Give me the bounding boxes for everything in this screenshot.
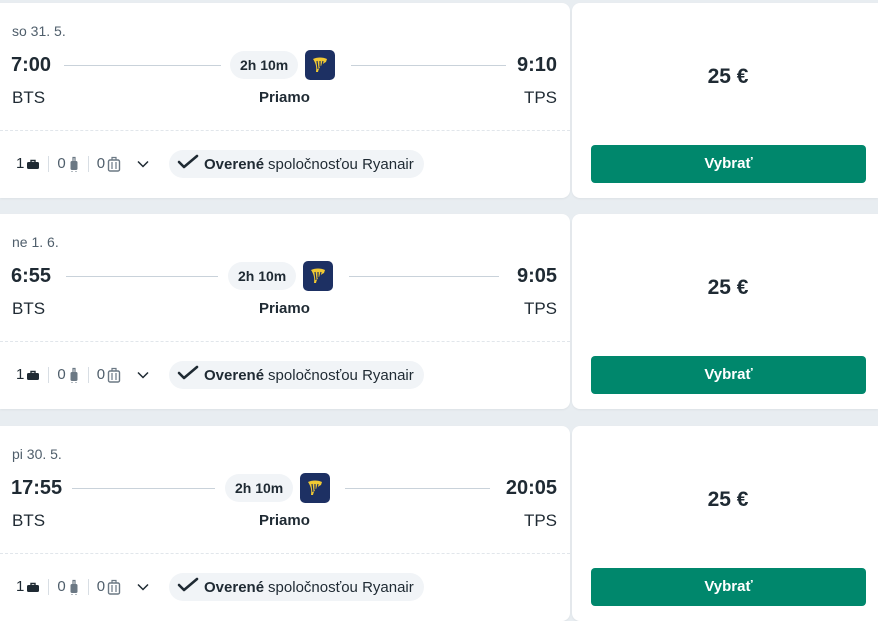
route-line-right bbox=[349, 276, 499, 277]
flight-result[interactable]: pi 30. 5. 17:55 2h 10m 20:05 BTS Priamo … bbox=[0, 426, 878, 621]
checked-bag-icon bbox=[105, 367, 121, 383]
personal-bag-allowance: 1 bbox=[16, 366, 40, 384]
flight-date: so 31. 5. bbox=[12, 23, 66, 39]
baggage-info[interactable]: 1 0 0 bbox=[16, 363, 149, 387]
checkmark-icon bbox=[177, 154, 204, 174]
baggage-separator bbox=[87, 579, 89, 595]
select-button[interactable]: Vybrať bbox=[591, 568, 866, 606]
departure-time: 17:55 bbox=[11, 477, 63, 499]
stops-label: Priamo bbox=[259, 300, 310, 317]
checked-bag-count: 0 bbox=[96, 578, 106, 595]
checked-bag-count: 0 bbox=[96, 366, 106, 383]
flight-duration: 2h 10m bbox=[230, 51, 299, 79]
verified-badge[interactable]: Overené spoločnosťou Ryanair bbox=[169, 573, 424, 601]
chevron-down-icon[interactable] bbox=[137, 371, 149, 379]
flight-details-card[interactable]: ne 1. 6. 6:55 2h 10m 9:05 BTS Priamo TPS… bbox=[0, 214, 570, 409]
verified-label: Overené bbox=[204, 578, 265, 596]
baggage-info[interactable]: 1 0 0 bbox=[16, 152, 149, 176]
flight-duration: 2h 10m bbox=[225, 474, 294, 502]
price: 25 € bbox=[707, 65, 749, 88]
flight-duration: 2h 10m bbox=[228, 262, 297, 290]
departure-time: 7:00 bbox=[11, 54, 52, 76]
route-line-right bbox=[351, 65, 506, 66]
personal-bag-count: 1 bbox=[16, 155, 25, 172]
arrival-time: 9:10 bbox=[516, 54, 557, 76]
destination-airport: TPS bbox=[523, 88, 557, 107]
select-button[interactable]: Vybrať bbox=[591, 356, 866, 394]
cabin-bag-icon bbox=[66, 156, 80, 172]
card-divider bbox=[0, 341, 570, 342]
card-divider bbox=[0, 553, 570, 554]
personal-bag-count: 1 bbox=[16, 578, 25, 595]
arrival-time: 9:05 bbox=[516, 265, 557, 287]
chevron-down-icon[interactable] bbox=[137, 160, 149, 168]
personal-bag-icon bbox=[24, 368, 40, 382]
cabin-bag-allowance: 0 bbox=[57, 366, 79, 384]
cabin-bag-count: 0 bbox=[57, 578, 66, 595]
flight-date: pi 30. 5. bbox=[12, 446, 62, 462]
card-divider bbox=[0, 130, 570, 131]
ryanair-harp-icon bbox=[300, 473, 330, 503]
checked-bag-allowance: 0 bbox=[97, 155, 121, 173]
price-card: 25 € Vybrať bbox=[572, 426, 878, 621]
checkmark-icon bbox=[177, 577, 204, 597]
route-line-right bbox=[345, 488, 490, 489]
baggage-separator bbox=[87, 156, 89, 172]
personal-bag-icon bbox=[24, 157, 40, 171]
personal-bag-allowance: 1 bbox=[16, 578, 40, 596]
price: 25 € bbox=[707, 488, 749, 511]
verified-badge[interactable]: Overené spoločnosťou Ryanair bbox=[169, 150, 424, 178]
verified-carrier: spoločnosťou Ryanair bbox=[268, 155, 414, 173]
chevron-down-icon[interactable] bbox=[137, 583, 149, 591]
origin-airport: BTS bbox=[12, 88, 46, 107]
cabin-bag-count: 0 bbox=[57, 155, 66, 172]
price-card: 25 € Vybrať bbox=[572, 214, 878, 409]
cabin-bag-allowance: 0 bbox=[57, 578, 79, 596]
verified-label: Overené bbox=[204, 155, 265, 173]
personal-bag-icon bbox=[24, 580, 40, 594]
cabin-bag-icon bbox=[66, 579, 80, 595]
checked-bag-allowance: 0 bbox=[97, 366, 121, 384]
checkmark-icon bbox=[177, 365, 204, 385]
route-line-left bbox=[64, 65, 221, 66]
route-line-left bbox=[66, 276, 218, 277]
origin-airport: BTS bbox=[12, 299, 46, 318]
verified-carrier: spoločnosťou Ryanair bbox=[268, 366, 414, 384]
verified-label: Overené bbox=[204, 366, 265, 384]
price-card: 25 € Vybrať bbox=[572, 3, 878, 198]
personal-bag-allowance: 1 bbox=[16, 155, 40, 173]
checked-bag-icon bbox=[105, 156, 121, 172]
stops-label: Priamo bbox=[259, 89, 310, 106]
baggage-separator bbox=[87, 367, 89, 383]
destination-airport: TPS bbox=[523, 299, 557, 318]
stops-label: Priamo bbox=[259, 512, 310, 529]
arrival-time: 20:05 bbox=[505, 477, 557, 499]
destination-airport: TPS bbox=[523, 511, 557, 530]
departure-time: 6:55 bbox=[11, 265, 52, 287]
flight-result[interactable]: so 31. 5. 7:00 2h 10m 9:10 BTS Priamo TP… bbox=[0, 3, 878, 198]
personal-bag-count: 1 bbox=[16, 366, 25, 383]
cabin-bag-allowance: 0 bbox=[57, 155, 79, 173]
baggage-separator bbox=[48, 156, 50, 172]
verified-carrier: spoločnosťou Ryanair bbox=[268, 578, 414, 596]
route-line-left bbox=[72, 488, 215, 489]
flight-details-card[interactable]: so 31. 5. 7:00 2h 10m 9:10 BTS Priamo TP… bbox=[0, 3, 570, 198]
cabin-bag-count: 0 bbox=[57, 366, 66, 383]
flight-result[interactable]: ne 1. 6. 6:55 2h 10m 9:05 BTS Priamo TPS… bbox=[0, 214, 878, 409]
verified-badge[interactable]: Overené spoločnosťou Ryanair bbox=[169, 361, 424, 389]
checked-bag-icon bbox=[105, 579, 121, 595]
price: 25 € bbox=[707, 276, 749, 299]
origin-airport: BTS bbox=[12, 511, 46, 530]
flight-date: ne 1. 6. bbox=[12, 234, 59, 250]
cabin-bag-icon bbox=[66, 367, 80, 383]
flight-details-card[interactable]: pi 30. 5. 17:55 2h 10m 20:05 BTS Priamo … bbox=[0, 426, 570, 621]
baggage-separator bbox=[48, 579, 50, 595]
baggage-separator bbox=[48, 367, 50, 383]
baggage-info[interactable]: 1 0 0 bbox=[16, 575, 149, 599]
select-button[interactable]: Vybrať bbox=[591, 145, 866, 183]
ryanair-harp-icon bbox=[303, 261, 333, 291]
ryanair-harp-icon bbox=[305, 50, 335, 80]
checked-bag-count: 0 bbox=[96, 155, 106, 172]
checked-bag-allowance: 0 bbox=[97, 578, 121, 596]
